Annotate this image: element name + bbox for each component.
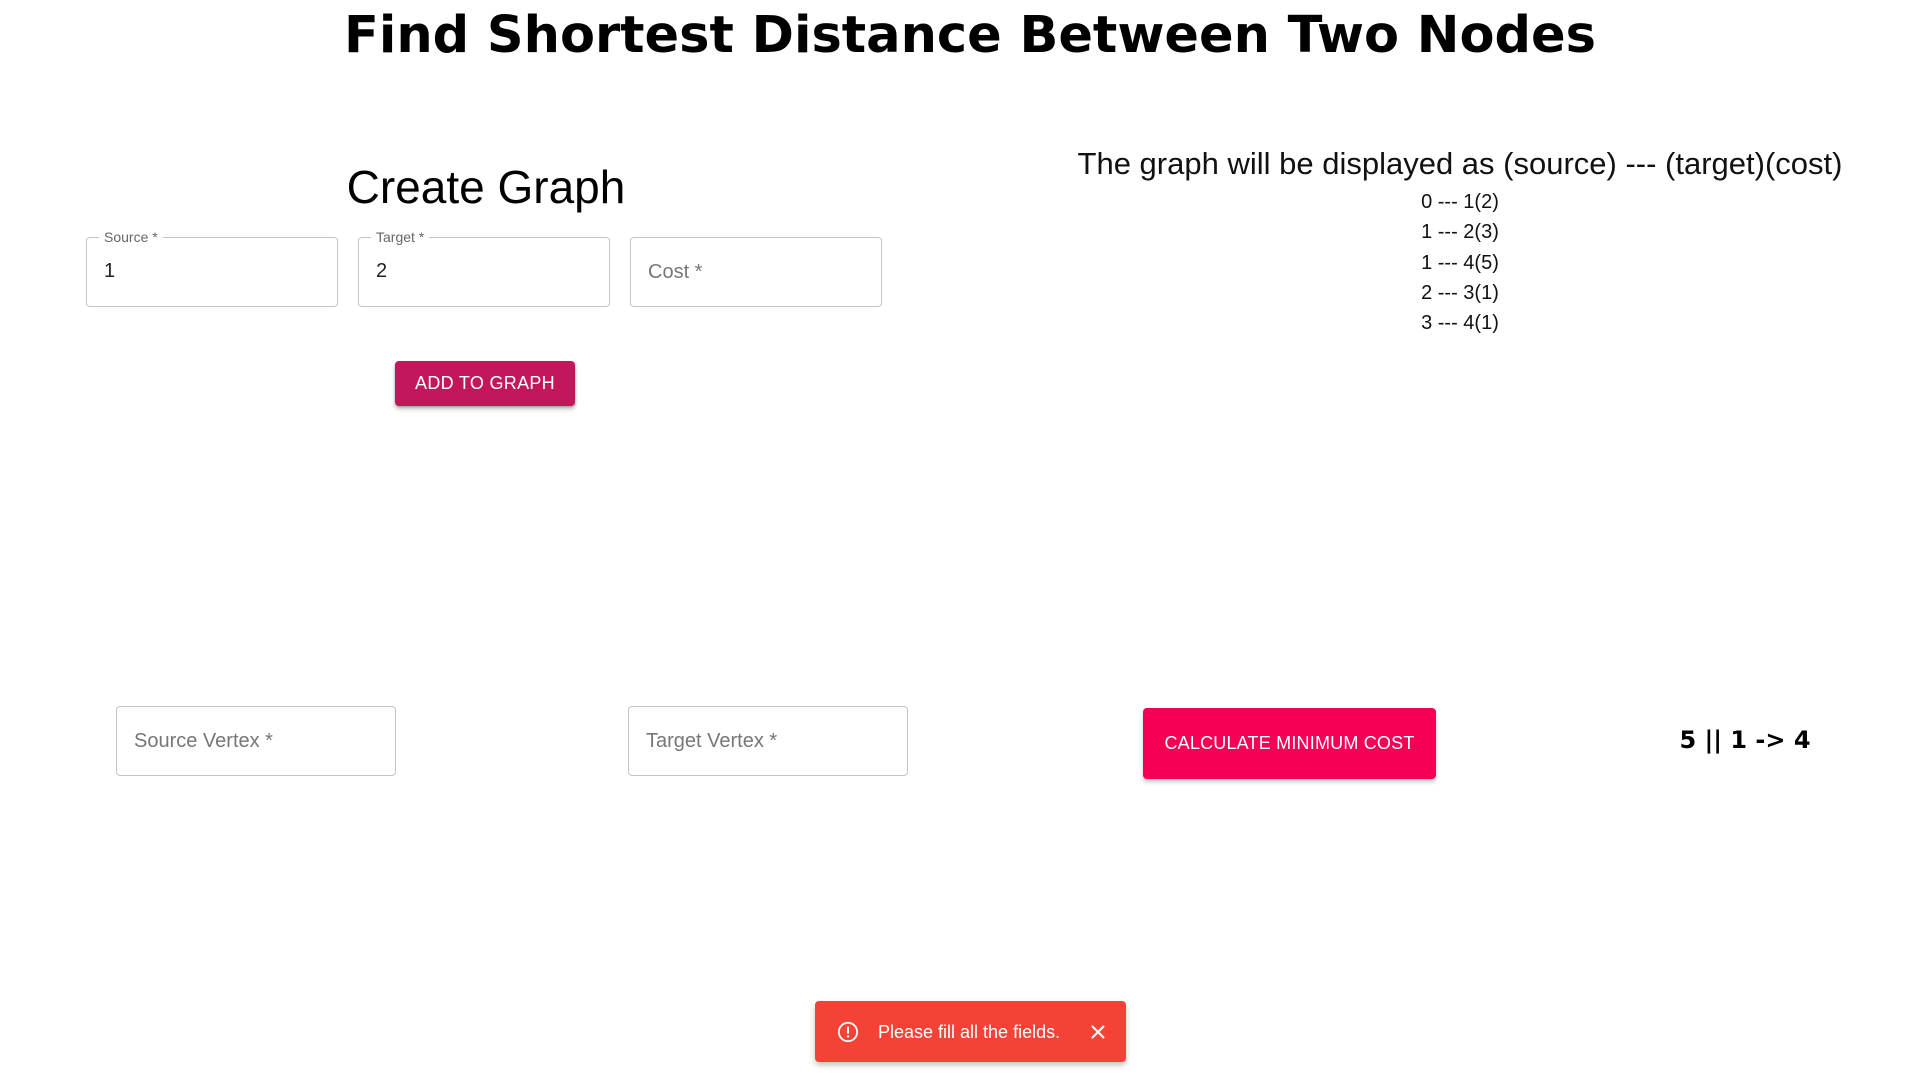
page-title: Find Shortest Distance Between Two Nodes <box>344 6 1596 65</box>
edge-item: 3 --- 4(1) <box>1421 312 1499 335</box>
create-graph-title: Create Graph <box>346 161 626 213</box>
target-vertex-placeholder: Target Vertex * <box>646 730 778 752</box>
graph-display-heading: The graph will be displayed as (source) … <box>1077 146 1843 181</box>
cost-field[interactable]: Cost * <box>630 237 882 307</box>
error-snackbar: Please fill all the fields. <box>815 1001 1126 1062</box>
calculate-minimum-cost-button[interactable]: CALCULATE MINIMUM COST <box>1143 708 1436 779</box>
edge-item: 1 --- 2(3) <box>1421 221 1499 244</box>
target-vertex-field[interactable]: Target Vertex * <box>628 706 908 776</box>
add-to-graph-button[interactable]: ADD TO GRAPH <box>395 361 575 406</box>
error-outline-icon <box>837 1021 859 1043</box>
edge-item: 1 --- 4(5) <box>1421 251 1499 274</box>
close-icon[interactable] <box>1087 1021 1109 1043</box>
edge-list: 0 --- 1(2) 1 --- 2(3) 1 --- 4(5) 2 --- 3… <box>1270 187 1650 338</box>
target-field-label: Target * <box>371 229 430 245</box>
edge-item: 0 --- 1(2) <box>1421 191 1499 213</box>
target-field[interactable]: Target * 2 <box>358 229 610 307</box>
source-field-label: Source * <box>99 229 163 245</box>
source-field[interactable]: Source * 1 <box>86 229 338 307</box>
source-field-value: 1 <box>104 260 116 282</box>
snackbar-message: Please fill all the fields. <box>878 1022 1061 1042</box>
cost-field-placeholder: Cost * <box>648 261 703 283</box>
target-field-value: 2 <box>376 260 388 282</box>
source-vertex-field[interactable]: Source Vertex * <box>116 706 396 776</box>
edge-item: 2 --- 3(1) <box>1421 281 1499 304</box>
result-text: 5 || 1 -> 4 <box>1679 726 1811 754</box>
app-root: Find Shortest Distance Between Two Nodes… <box>0 0 1920 1080</box>
source-vertex-placeholder: Source Vertex * <box>134 730 273 752</box>
